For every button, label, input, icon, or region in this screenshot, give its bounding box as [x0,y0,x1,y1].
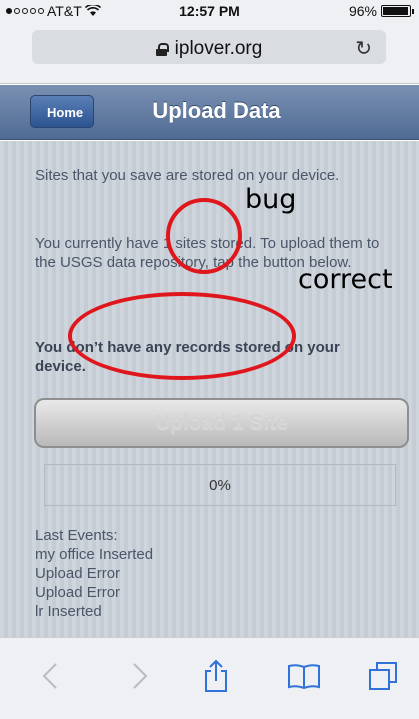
annotation-correct-label: correct [298,264,393,295]
progress-label: 0% [209,477,231,494]
browser-toolbar [0,637,419,719]
reload-icon[interactable]: ↻ [355,36,372,61]
storage-info-text: Sites that you save are stored on your d… [35,167,340,184]
event-item: lr Inserted [35,603,102,620]
annotation-bug-circle [166,198,242,274]
tabs-icon[interactable] [363,656,403,696]
lock-icon [155,42,169,56]
page-title: Upload Data [152,98,281,123]
browser-address-area: iplover.org ↻ [0,22,419,84]
forward-icon[interactable] [120,656,160,696]
event-item: Upload Error [35,565,121,582]
bookmarks-icon[interactable] [284,656,324,696]
address-bar[interactable]: iplover.org ↻ [32,30,386,64]
upload-site-button[interactable]: Upload 1 Site [34,398,409,448]
url-text: iplover.org [174,38,263,59]
battery-status: 96% [348,3,414,19]
status-bar: AT&T 12:57 PM 96% [0,0,419,22]
battery-percent: 96% [348,3,377,19]
event-log: Last Events: my office Inserted Upload E… [35,526,153,621]
annotation-correct-ellipse [68,292,296,380]
navigation-bar: Home Upload Data [0,85,419,140]
event-log-title: Last Events: [35,527,118,544]
battery-icon [381,5,414,17]
upload-progress-bar: 0% [44,464,396,506]
event-item: Upload Error [35,584,121,601]
back-icon[interactable] [30,656,70,696]
annotation-bug-label: bug [245,184,297,215]
share-icon[interactable] [196,656,236,696]
event-item: my office Inserted [35,546,154,563]
